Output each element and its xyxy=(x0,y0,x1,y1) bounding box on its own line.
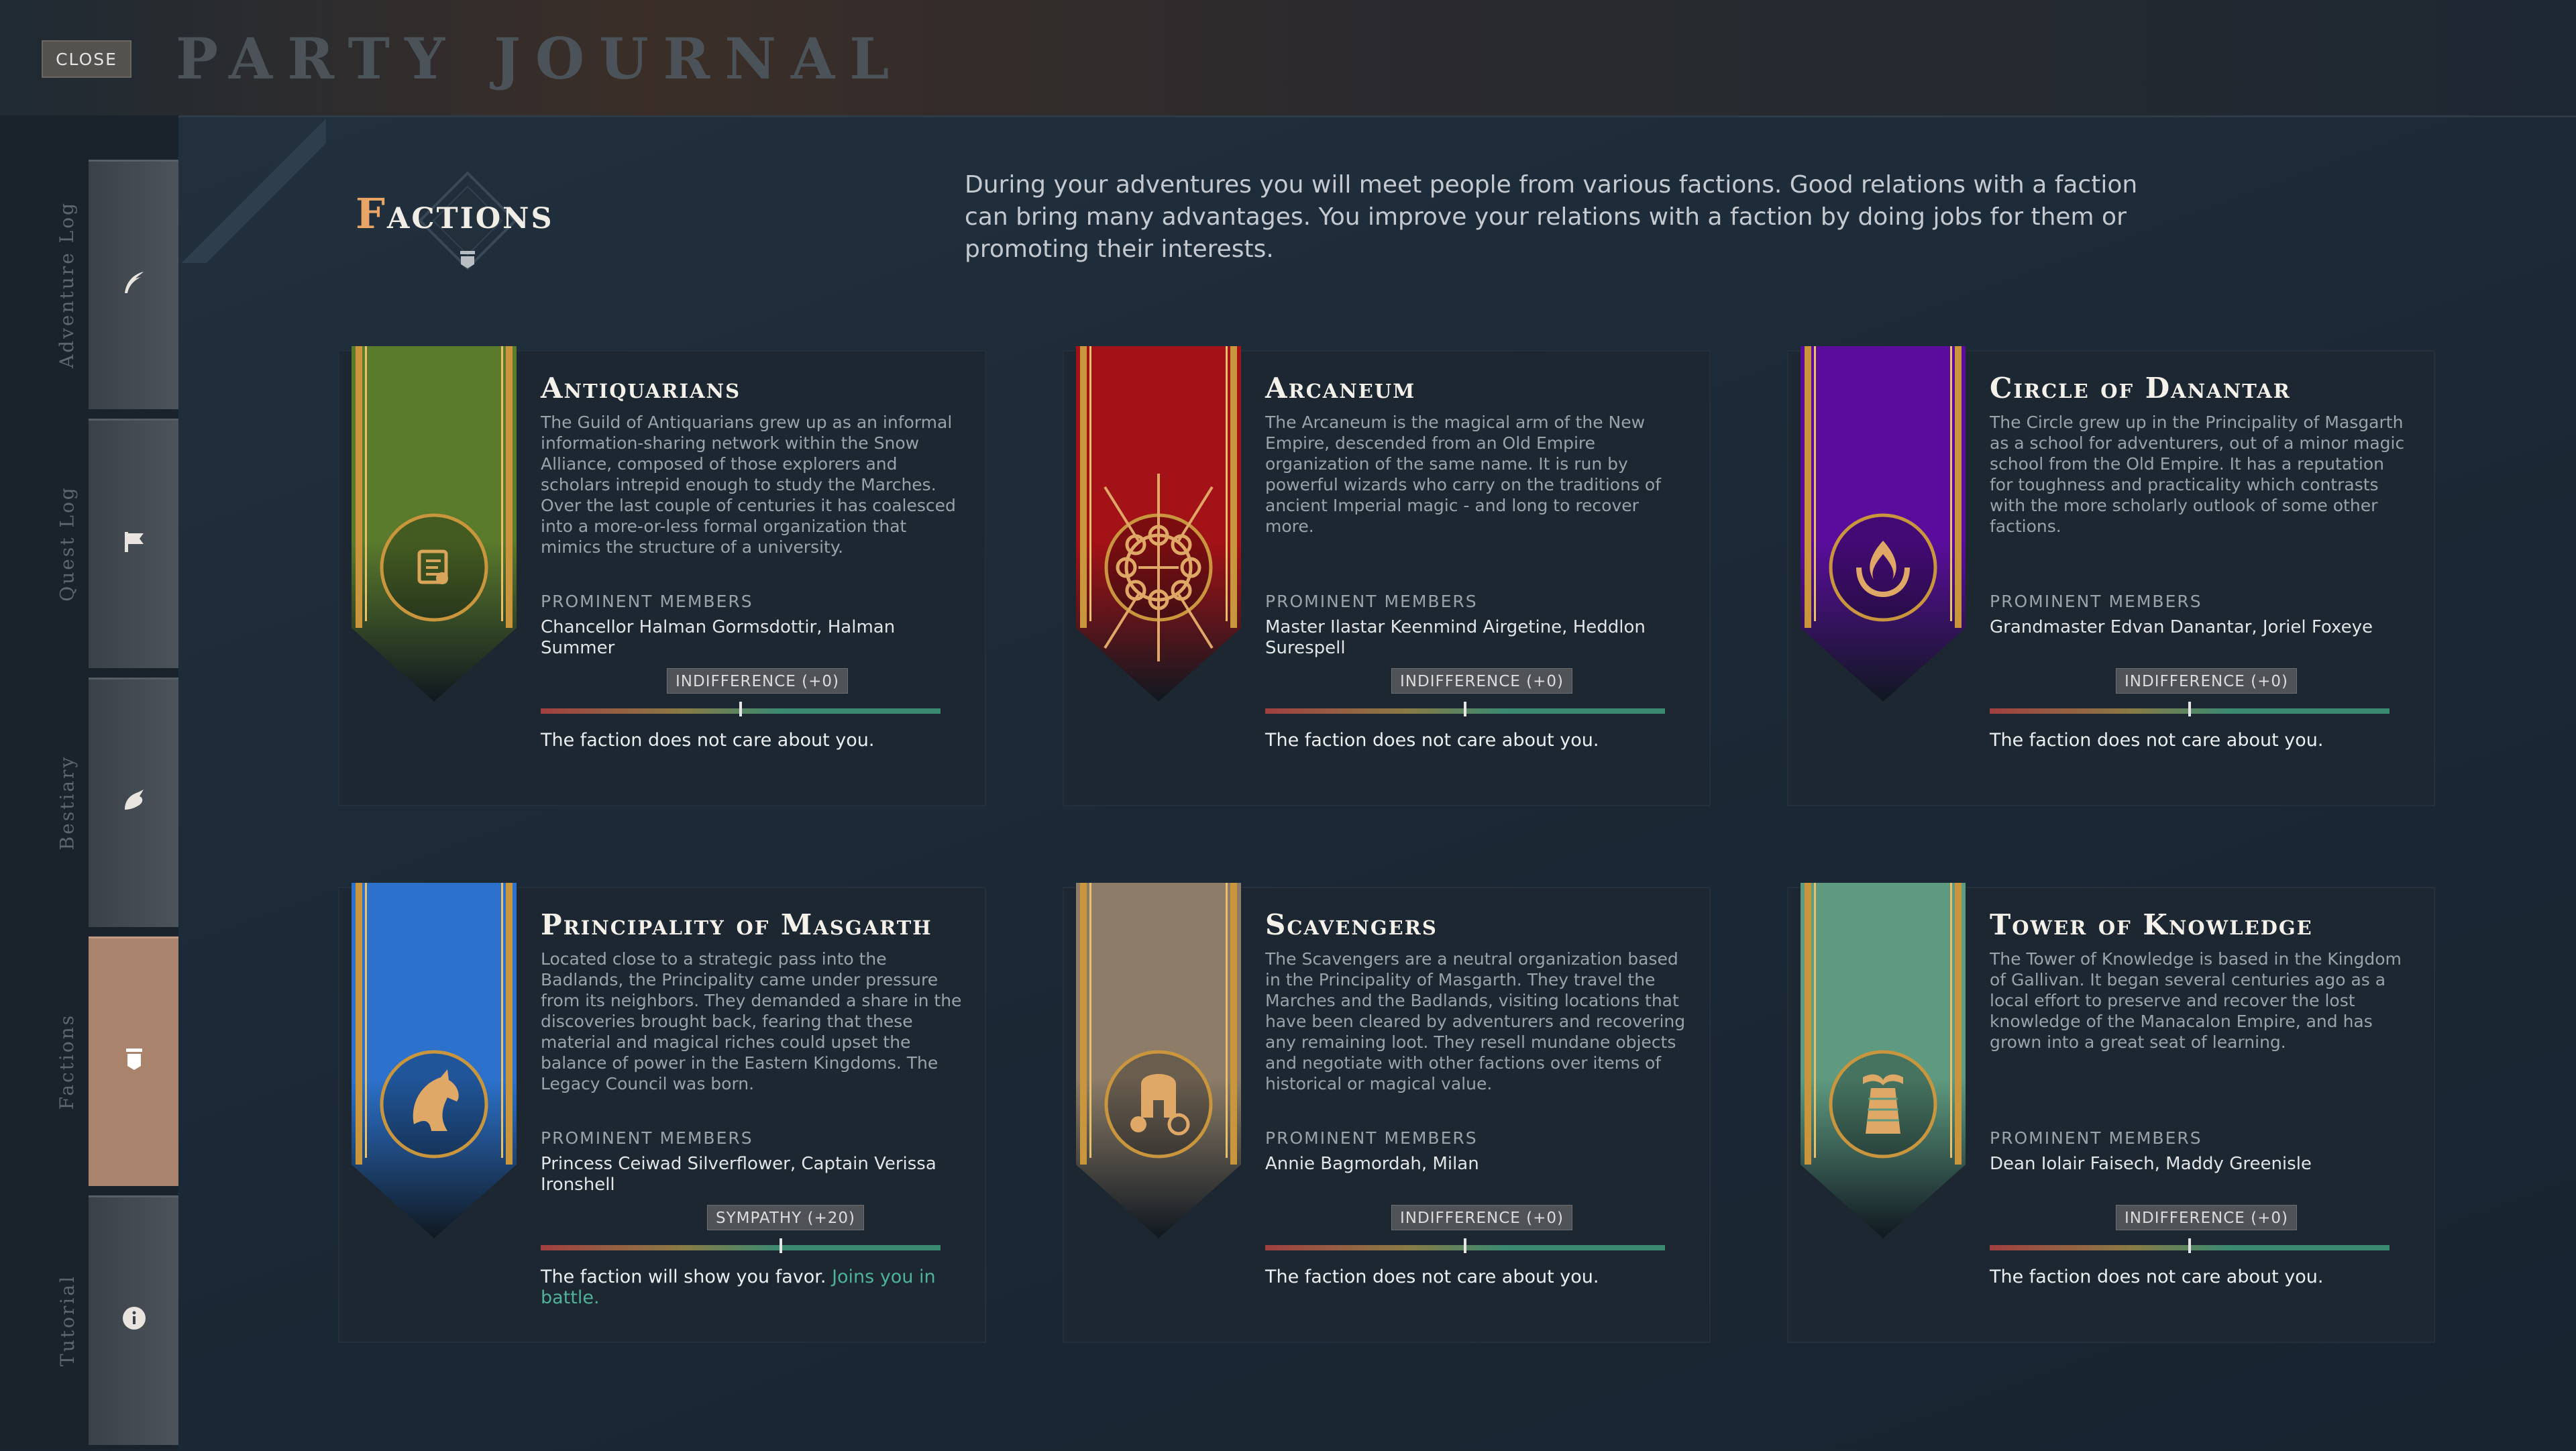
relation-badge: INDIFFERENCE (+0) xyxy=(2116,668,2297,694)
helmet-emblem-icon xyxy=(1104,1050,1213,1159)
faction-name: Principality of Masgarth xyxy=(541,908,932,941)
prominent-members-label: PROMINENT MEMBERS xyxy=(1265,592,1478,611)
relation-status: The faction does not care about you. xyxy=(1265,730,1599,751)
faction-banner xyxy=(352,883,517,1238)
relation-status: The faction does not care about you. xyxy=(541,730,875,751)
section-title: Factions xyxy=(356,189,554,238)
faction-description: The Circle grew up in the Principality o… xyxy=(1990,413,2405,536)
relation-status: The faction does not care about you. xyxy=(1990,730,2324,751)
panel-corner-ornament xyxy=(178,115,326,263)
relation-marker xyxy=(780,1238,782,1253)
banner-icon xyxy=(121,1046,148,1073)
prominent-members-label: PROMINENT MEMBERS xyxy=(1990,1128,2202,1148)
relation-badge: INDIFFERENCE (+0) xyxy=(1391,1205,1572,1230)
top-bar: CLOSE PARTY JOURNAL xyxy=(0,0,2576,115)
info-icon xyxy=(121,1305,148,1332)
horse-emblem-icon xyxy=(380,1050,488,1159)
relation-marker xyxy=(739,702,742,716)
tab-adventure-log[interactable] xyxy=(89,160,178,409)
tower-book-emblem-icon xyxy=(1829,1050,1937,1159)
prominent-members-label: PROMINENT MEMBERS xyxy=(541,592,753,611)
tab-label-factions: Factions xyxy=(56,1013,78,1110)
faction-description: The Scavengers are a neutral organizatio… xyxy=(1265,949,1686,1093)
relation-badge: INDIFFERENCE (+0) xyxy=(2116,1205,2297,1230)
relation-status: The faction does not care about you. xyxy=(1990,1267,2324,1287)
relation-meter xyxy=(541,1238,941,1253)
prominent-members-names: Master Ilastar Keenmind Airgetine, Heddl… xyxy=(1265,617,1646,658)
relation-marker xyxy=(1464,702,1466,716)
faction-description: The Arcaneum is the magical arm of the N… xyxy=(1265,413,1662,536)
relation-meter xyxy=(1990,1238,2390,1253)
faction-card-principality-of-masgarth[interactable]: Principality of Masgarth Located close t… xyxy=(338,883,986,1343)
tab-quest-log[interactable] xyxy=(89,419,178,668)
prominent-members-label: PROMINENT MEMBERS xyxy=(1990,592,2202,611)
tab-label-quest-log: Quest Log xyxy=(56,485,78,602)
faction-name: Circle of Danantar xyxy=(1990,372,2291,405)
relation-marker xyxy=(2188,1238,2191,1253)
relation-badge: INDIFFERENCE (+0) xyxy=(1391,668,1572,694)
flag-icon xyxy=(121,528,148,555)
faction-name: Antiquarians xyxy=(541,372,741,405)
tab-tutorial[interactable] xyxy=(89,1195,178,1445)
faction-banner xyxy=(1076,346,1241,702)
faction-banner xyxy=(1801,883,1966,1238)
faction-card-tower-of-knowledge[interactable]: Tower of Knowledge The Tower of Knowledg… xyxy=(1787,883,2435,1343)
faction-name: Arcaneum xyxy=(1265,372,1416,405)
relation-meter xyxy=(541,702,941,716)
prominent-members-label: PROMINENT MEMBERS xyxy=(541,1128,753,1148)
tab-label-bestiary: Bestiary xyxy=(56,755,78,850)
faction-banner xyxy=(1801,346,1966,702)
tab-label-tutorial: Tutorial xyxy=(56,1274,78,1366)
prominent-members-names: Chancellor Halman Gormsdottir, Halman Su… xyxy=(541,617,896,658)
faction-card-circle-of-danantar[interactable]: Circle of Danantar The Circle grew up in… xyxy=(1787,346,2435,806)
faction-description: Located close to a strategic pass into t… xyxy=(541,949,962,1093)
section-intro: During your adventures you will meet peo… xyxy=(965,171,2138,263)
faction-card-arcaneum[interactable]: Arcaneum The Arcaneum is the magical arm… xyxy=(1063,346,1711,806)
prominent-members-names: Princess Ceiwad Silverflower, Captain Ve… xyxy=(541,1154,936,1195)
relation-marker xyxy=(1464,1238,1466,1253)
relation-meter xyxy=(1265,1238,1665,1253)
relation-badge: INDIFFERENCE (+0) xyxy=(667,668,848,694)
relation-status: The faction does not care about you. xyxy=(1265,1267,1599,1287)
tab-bestiary[interactable] xyxy=(89,678,178,927)
claw-icon xyxy=(121,787,148,814)
faction-banner xyxy=(1076,883,1241,1238)
scroll-emblem-icon xyxy=(380,513,488,622)
quill-icon xyxy=(121,269,148,296)
faction-card-scavengers[interactable]: Scavengers The Scavengers are a neutral … xyxy=(1063,883,1711,1343)
faction-description: The Guild of Antiquarians grew up as an … xyxy=(541,413,956,557)
prominent-members-names: Annie Bagmordah, Milan xyxy=(1265,1154,1479,1174)
relation-meter xyxy=(1265,702,1665,716)
relation-marker xyxy=(2188,702,2191,716)
relation-badge: SYMPATHY (+20) xyxy=(707,1205,865,1230)
close-button[interactable]: CLOSE xyxy=(42,40,131,78)
faction-name: Tower of Knowledge xyxy=(1990,908,2313,941)
page-title: PARTY JOURNAL xyxy=(176,25,904,92)
flame-hands-emblem-icon xyxy=(1829,513,1937,622)
relation-meter xyxy=(1990,702,2390,716)
prominent-members-names: Grandmaster Edvan Danantar, Joriel Foxey… xyxy=(1990,617,2373,637)
relation-status: The faction will show you favor. Joins y… xyxy=(541,1267,936,1308)
faction-description: The Tower of Knowledge is based in the K… xyxy=(1990,949,2402,1052)
faction-banner xyxy=(352,346,517,702)
tab-factions[interactable] xyxy=(89,936,178,1186)
tab-label-adventure-log: Adventure Log xyxy=(56,201,78,368)
faction-name: Scavengers xyxy=(1265,908,1438,941)
prominent-members-label: PROMINENT MEMBERS xyxy=(1265,1128,1478,1148)
faction-card-antiquarians[interactable]: Antiquarians The Guild of Antiquarians g… xyxy=(338,346,986,806)
prominent-members-names: Dean Iolair Faisech, Maddy Greenisle xyxy=(1990,1154,2312,1174)
